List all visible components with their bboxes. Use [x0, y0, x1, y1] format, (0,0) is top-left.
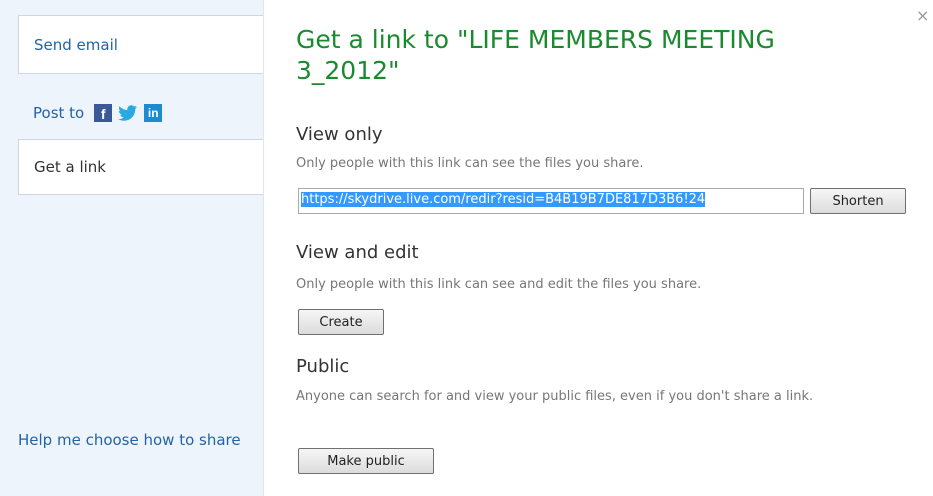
share-sidebar: Send email Post to f in Get a link Help …	[0, 0, 264, 496]
sidebar-item-get-a-link[interactable]: Get a link	[18, 139, 263, 195]
sidebar-item-post-to[interactable]: Post to f in	[33, 98, 263, 128]
sidebar-item-label: Get a link	[34, 158, 106, 176]
twitter-icon[interactable]	[118, 104, 138, 122]
sidebar-item-label: Send email	[34, 35, 118, 54]
link-value: https://skydrive.live.com/redir?resid=B4…	[301, 192, 706, 207]
public-heading: Public	[296, 356, 350, 377]
view-only-description: Only people with this link can see the f…	[296, 156, 644, 171]
sidebar-item-label: Post to	[33, 104, 85, 122]
facebook-icon[interactable]: f	[94, 104, 113, 122]
view-and-edit-heading: View and edit	[296, 242, 419, 263]
share-dialog-main: Get a link to "LIFE MEMBERS MEETING 3_20…	[296, 0, 916, 496]
view-only-link-field[interactable]: https://skydrive.live.com/redir?resid=B4…	[298, 188, 804, 214]
shorten-button[interactable]: Shorten	[810, 188, 906, 214]
sidebar-item-send-email[interactable]: Send email	[18, 15, 263, 74]
linkedin-icon[interactable]: in	[144, 104, 163, 122]
social-icons: f in	[94, 104, 163, 122]
create-button[interactable]: Create	[298, 309, 384, 335]
view-only-heading: View only	[296, 124, 383, 145]
close-icon[interactable]: ×	[916, 8, 929, 24]
dialog-title: Get a link to "LIFE MEMBERS MEETING 3_20…	[296, 25, 775, 85]
help-choose-link[interactable]: Help me choose how to share	[18, 430, 248, 451]
make-public-button[interactable]: Make public	[298, 448, 434, 474]
public-description: Anyone can search for and view your publ…	[296, 389, 814, 404]
view-and-edit-description: Only people with this link can see and e…	[296, 277, 702, 292]
